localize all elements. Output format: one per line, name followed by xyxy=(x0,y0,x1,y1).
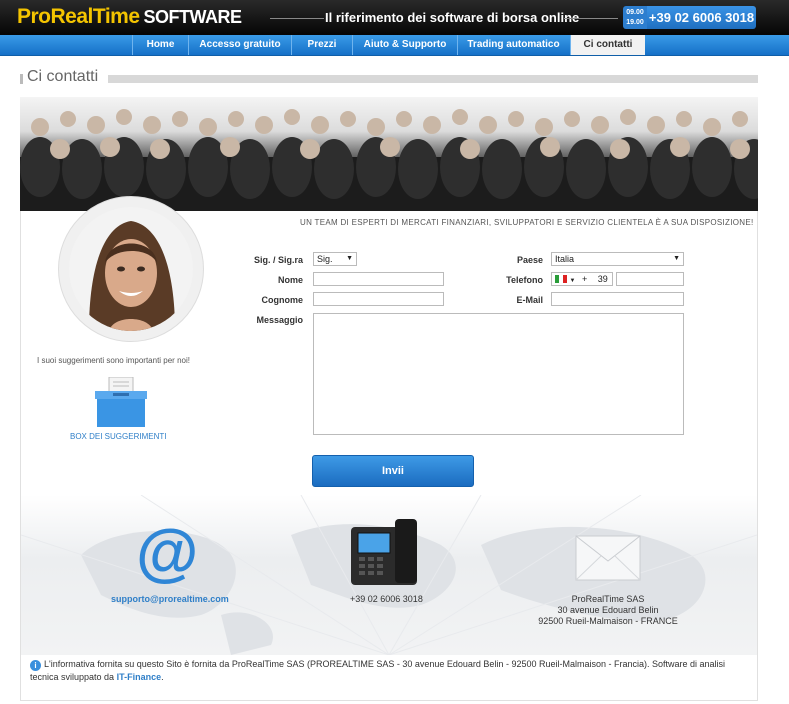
hours-open: 09.00 xyxy=(626,9,644,16)
divider xyxy=(564,18,618,19)
phone-input[interactable] xyxy=(616,272,684,286)
chevron-down-icon: ▼ xyxy=(346,255,353,262)
italy-flag-icon xyxy=(555,275,567,283)
contact-phone: +39 02 6006 3018 xyxy=(350,594,423,604)
country-label: Paese xyxy=(516,255,543,265)
legal-notice: i L'informativa fornita su questo Sito è … xyxy=(30,658,750,684)
nav-prices[interactable]: Prezzi xyxy=(291,35,352,55)
country-select[interactable]: Italia ▼ xyxy=(551,252,684,266)
suggestion-box-icon[interactable] xyxy=(95,377,147,427)
first-name-label: Nome xyxy=(277,275,303,285)
logo-suffix: SOFTWARE xyxy=(143,7,243,27)
tagline: Il riferimento dei software di borsa onl… xyxy=(325,10,580,25)
avatar-image xyxy=(69,207,193,331)
nav-contact-us[interactable]: Ci contatti xyxy=(570,35,645,55)
last-name-label: Cognome xyxy=(261,295,304,305)
title-select[interactable]: Sig. ▼ xyxy=(313,252,357,266)
divider xyxy=(270,18,324,19)
chevron-down-icon: ▼ xyxy=(569,278,576,284)
header-bar xyxy=(108,75,758,83)
nav-automatic-trading[interactable]: Trading automatico xyxy=(457,35,569,55)
logo[interactable]: ProRealTime SOFTWARE xyxy=(17,5,242,29)
team-photo-graphic xyxy=(20,109,758,211)
envelope-icon xyxy=(575,535,641,581)
email-label: E-Mail xyxy=(516,295,543,305)
chevron-down-icon: ▼ xyxy=(673,255,680,262)
address-line: 30 avenue Edouard Belin xyxy=(557,605,659,615)
logo-name: ProRealTime xyxy=(17,5,140,28)
avatar xyxy=(69,207,193,331)
title-value: Sig. xyxy=(317,254,333,264)
page-title: Ci contatti xyxy=(27,68,99,85)
country-value: Italia xyxy=(555,254,575,264)
opening-hours: 09.00 19.00 xyxy=(623,6,647,29)
support-email-link[interactable]: supporto@prorealtime.com xyxy=(111,594,229,604)
main-nav: Home Accesso gratuito Prezzi Aiuto & Sup… xyxy=(0,35,789,56)
team-photo xyxy=(20,97,758,211)
title-label: Sig. / Sig.ra xyxy=(253,255,303,265)
contact-address: ProRealTime SAS 30 avenue Edouard Belin … xyxy=(526,594,690,627)
header-phone[interactable]: +39 02 6006 3018 xyxy=(647,6,756,29)
address-line: 92500 Rueil-Malmaison - FRANCE xyxy=(538,616,678,626)
email-input[interactable] xyxy=(551,292,684,306)
desk-phone-icon xyxy=(351,519,417,585)
top-bar: ProRealTime SOFTWARE Il riferimento dei s… xyxy=(0,0,789,35)
nav-free-access[interactable]: Accesso gratuito xyxy=(188,35,291,55)
submit-button[interactable]: Invii xyxy=(312,455,474,487)
address-line: ProRealTime SAS xyxy=(571,594,645,604)
phone-label: Telefono xyxy=(506,275,543,285)
suggestion-box-link[interactable]: BOX DEI SUGGERIMENTI xyxy=(70,432,166,441)
phone-prefix: + xyxy=(581,274,588,284)
legal-end: . xyxy=(161,672,164,682)
suggestion-text: I suoi suggerimenti sono importanti per … xyxy=(37,356,190,365)
it-finance-link[interactable]: IT-Finance xyxy=(117,672,162,682)
message-label: Messaggio xyxy=(256,315,303,325)
last-name-input[interactable] xyxy=(313,292,444,306)
phone-country-code[interactable]: ▼ + 39 xyxy=(551,272,613,286)
message-textarea[interactable] xyxy=(313,313,684,435)
first-name-input[interactable] xyxy=(313,272,444,286)
email-at-icon: @ xyxy=(136,516,199,588)
info-icon: i xyxy=(30,660,41,671)
header-marker xyxy=(20,74,23,84)
phone-code: 39 xyxy=(597,274,608,284)
nav-home[interactable]: Home xyxy=(132,35,188,55)
strapline: UN TEAM DI ESPERTI DI MERCATI FINANZIARI… xyxy=(300,218,754,227)
nav-help-support[interactable]: Aiuto & Supporto xyxy=(352,35,457,55)
hours-close: 19.00 xyxy=(626,19,644,26)
